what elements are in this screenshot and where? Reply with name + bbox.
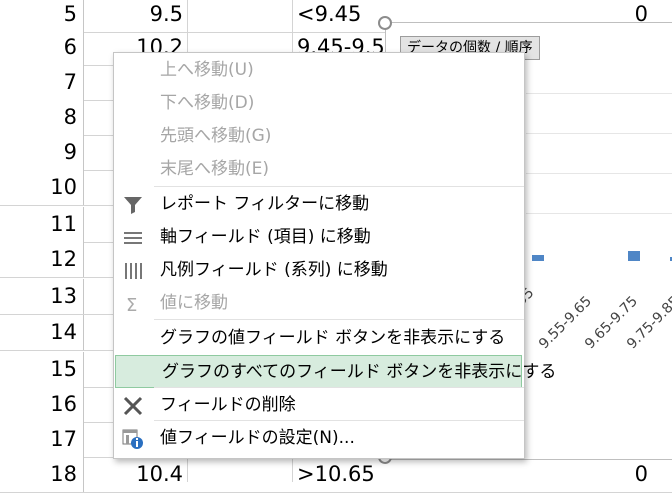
row-header[interactable]: 18: [0, 457, 84, 492]
chart-gridline: [526, 213, 672, 214]
menu-item-label: 下へ移動(D): [160, 93, 255, 113]
chart-bar: [532, 255, 544, 261]
menu-separator: [154, 319, 524, 320]
menu-item-6[interactable]: 軸フィールド (項目) に移動: [114, 221, 524, 254]
chart-bar: [628, 251, 640, 261]
menu-item-label: 上へ移動(U): [160, 60, 254, 80]
filter-icon: [122, 194, 144, 216]
chart-gridline: [526, 93, 672, 94]
menu-item-label: グラフのすべてのフィールド ボタンを非表示にする: [162, 362, 557, 382]
menu-item-4: 末尾へ移動(E): [114, 153, 524, 186]
menu-item-9[interactable]: グラフの値フィールド ボタンを非表示にする: [114, 322, 524, 355]
row-header[interactable]: 16: [0, 387, 84, 422]
row-header[interactable]: 5: [0, 0, 84, 32]
chart-resize-handle[interactable]: [378, 16, 392, 30]
menu-item-label: 末尾へ移動(E): [160, 159, 270, 179]
row-header[interactable]: 7: [0, 65, 84, 100]
menu-item-label: 値フィールドの設定(N)...: [160, 428, 355, 448]
sheet-row[interactable]: 18 10.4 >10.65 0: [0, 457, 672, 493]
row-header[interactable]: 17: [0, 422, 84, 457]
row-header[interactable]: 8: [0, 100, 84, 135]
row-header[interactable]: 11: [0, 207, 84, 242]
menu-item-label: 凡例フィールド (系列) に移動: [160, 260, 388, 280]
chart-gridline: [526, 133, 672, 134]
row-header[interactable]: 14: [0, 315, 84, 350]
menu-item-11[interactable]: フィールドの削除: [114, 389, 524, 422]
menu-item-label: グラフの値フィールド ボタンを非表示にする: [160, 328, 506, 348]
menu-item-label: レポート フィルターに移動: [160, 194, 370, 214]
axis-rows-icon: [122, 227, 144, 249]
menu-item-label: フィールドの削除: [160, 395, 296, 415]
row-header[interactable]: 12: [0, 242, 84, 277]
menu-item-label: 先頭へ移動(G): [160, 126, 272, 146]
cell-bin-label[interactable]: <9.45: [293, 0, 361, 32]
cell-count[interactable]: 0: [635, 457, 648, 492]
menu-item-3: 先頭へ移動(G): [114, 120, 524, 153]
menu-separator: [154, 186, 524, 187]
row-header[interactable]: 15: [0, 352, 84, 387]
row-header[interactable]: 10: [0, 170, 84, 205]
menu-item-7[interactable]: 凡例フィールド (系列) に移動: [114, 254, 524, 287]
legend-columns-icon: [122, 260, 144, 282]
context-menu: 上へ移動(U) 下へ移動(D) 先頭へ移動(G) 末尾へ移動(E) レポート フィルター…: [113, 52, 556, 459]
sigma-icon: Σ: [122, 293, 144, 316]
cell-value[interactable]: 10.4: [85, 457, 187, 492]
menu-separator: [154, 420, 524, 421]
menu-item-10[interactable]: グラフのすべてのフィールド ボタンを非表示にする: [115, 355, 556, 388]
cell-value[interactable]: 9.5: [85, 0, 187, 32]
menu-item-5[interactable]: レポート フィルターに移動: [114, 188, 524, 221]
menu-item-1: 上へ移動(U): [114, 54, 524, 87]
menu-item-label: 軸フィールド (項目) に移動: [160, 227, 371, 247]
delete-x-icon: [122, 395, 144, 417]
menu-separator: [154, 387, 524, 388]
row-header[interactable]: 6: [0, 30, 84, 65]
menu-item-label: 値に移動: [160, 293, 228, 313]
field-settings-icon: [122, 428, 144, 450]
cell-bin-label[interactable]: >10.65: [293, 457, 375, 492]
row-header[interactable]: 9: [0, 135, 84, 170]
svg-text:Σ: Σ: [126, 295, 137, 315]
menu-item-8: Σ 値に移動: [114, 287, 524, 320]
chart-gridline: [526, 173, 672, 174]
menu-item-2: 下へ移動(D): [114, 87, 524, 120]
menu-item-12[interactable]: 値フィールドの設定(N)...: [114, 422, 524, 455]
row-header[interactable]: 13: [0, 279, 84, 314]
